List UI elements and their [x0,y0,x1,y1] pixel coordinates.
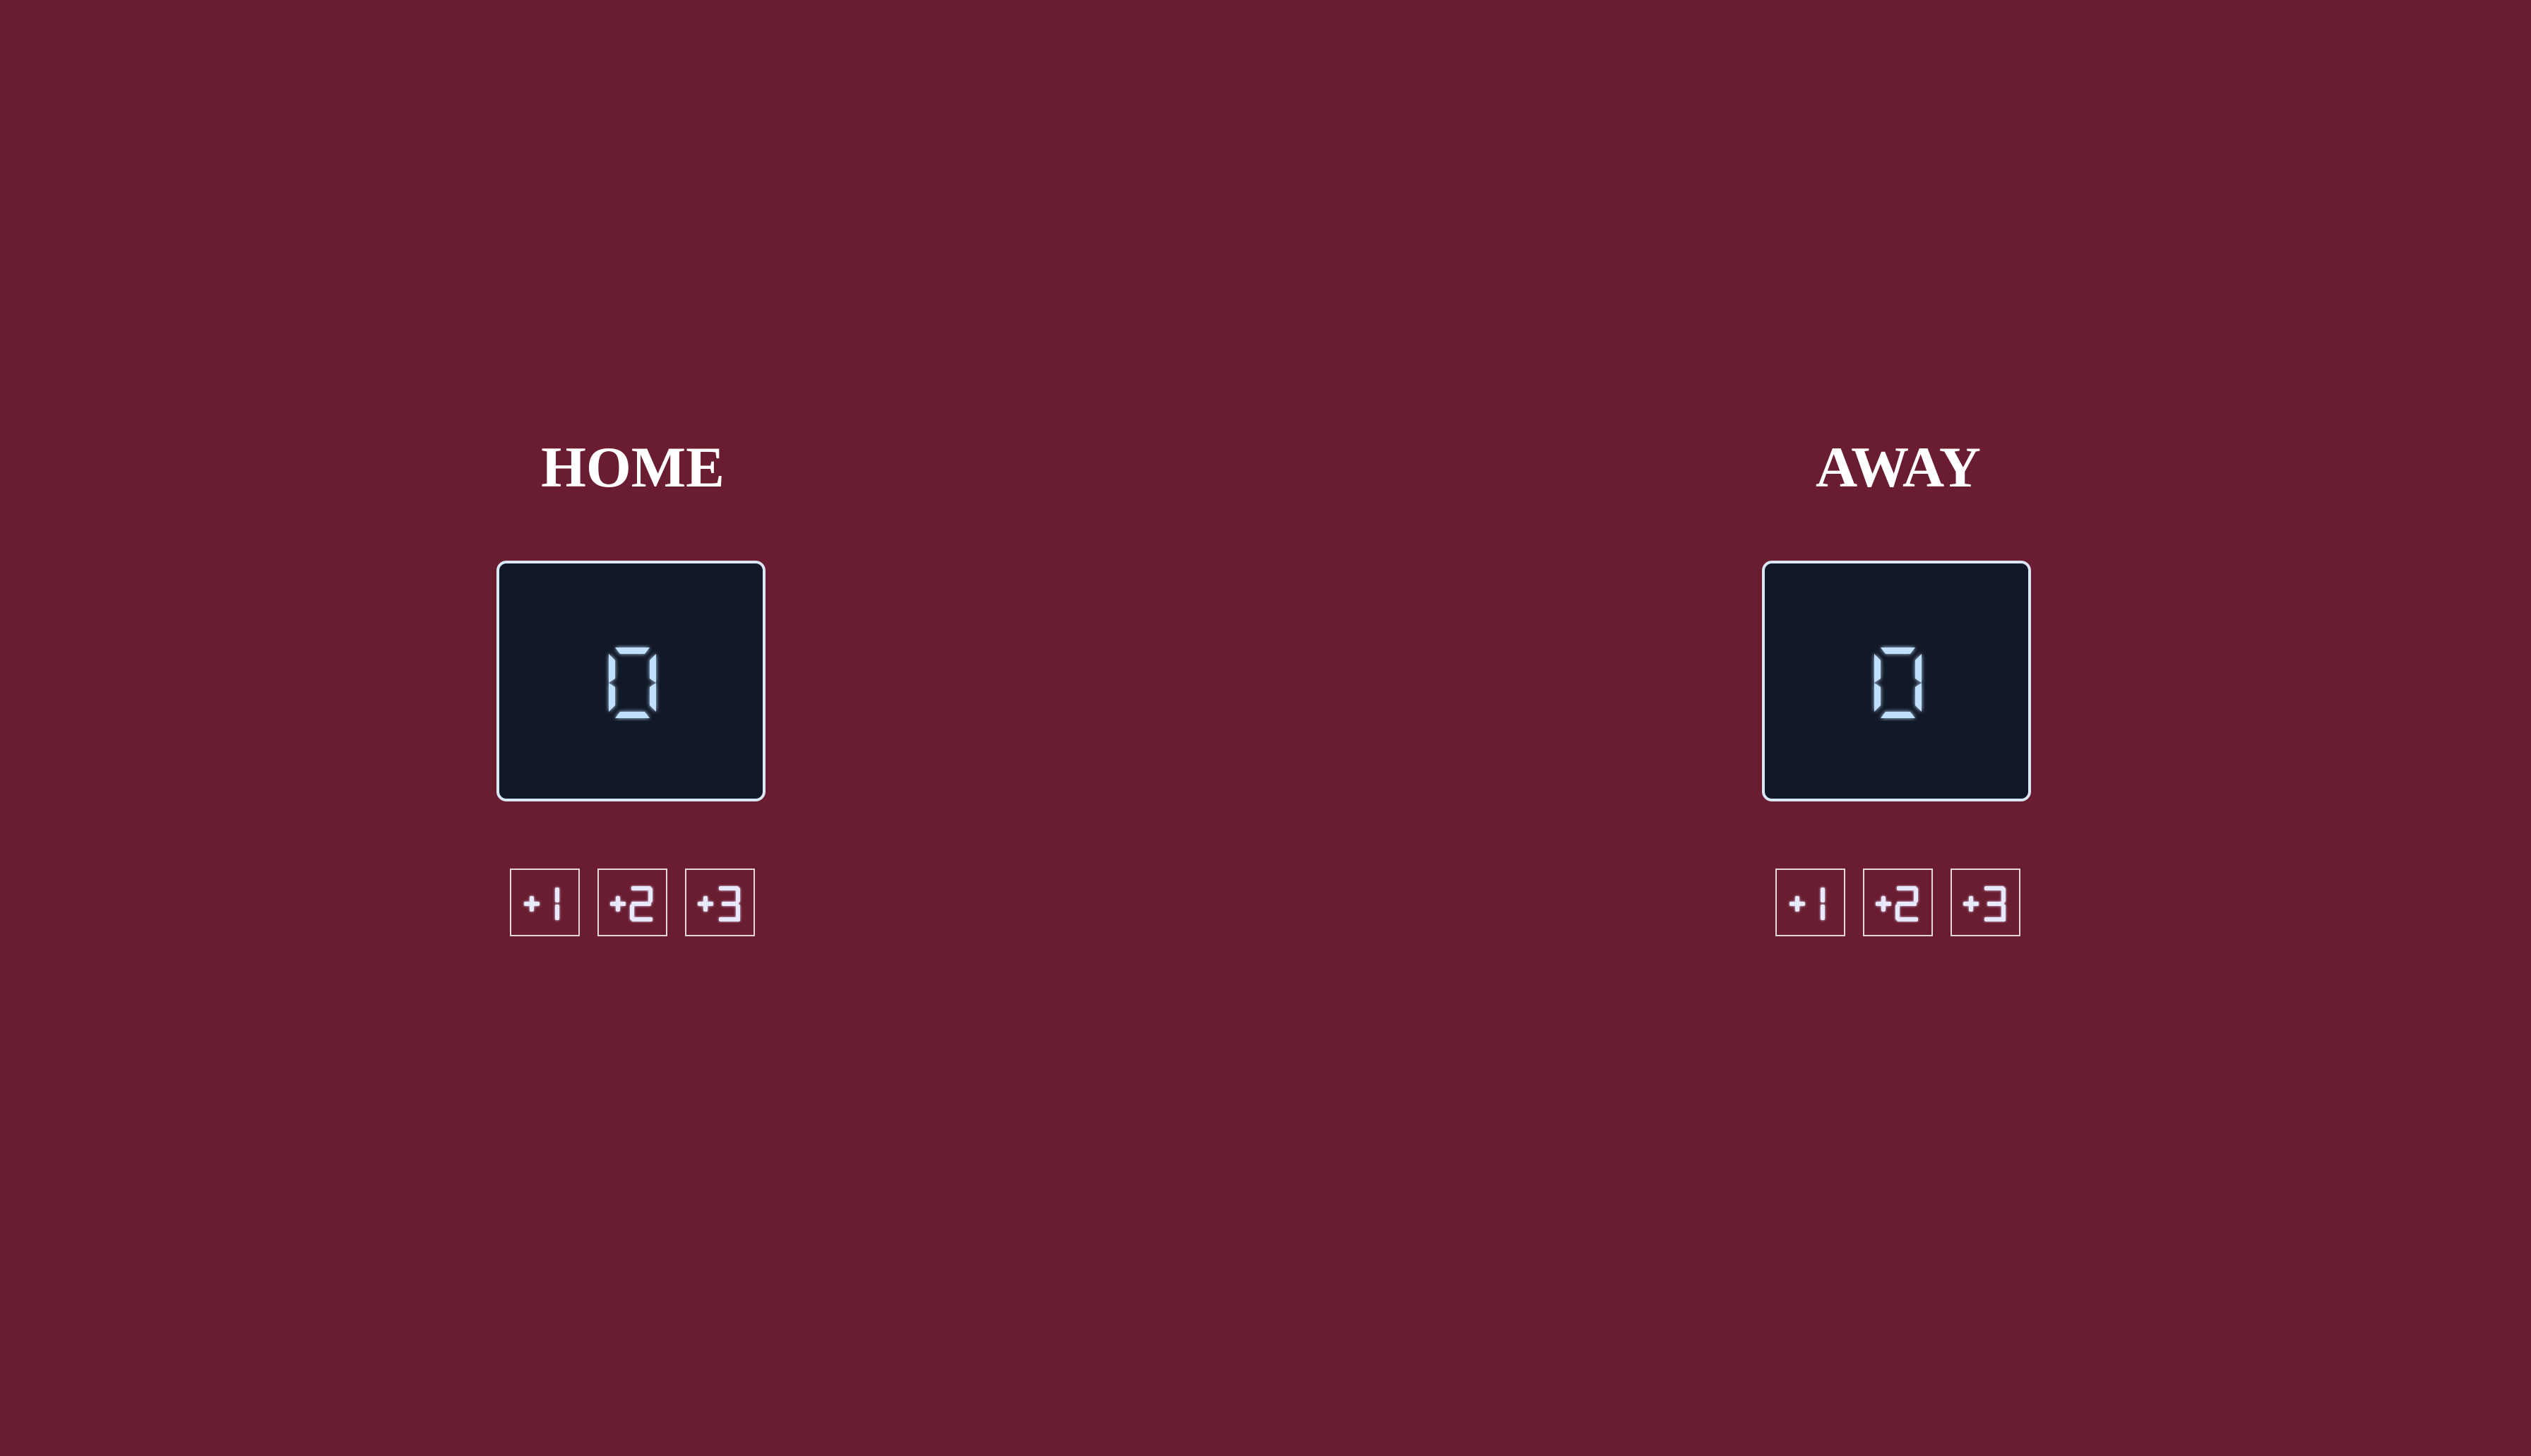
home-add-1-button[interactable]: +1 [510,869,580,936]
plus-two-glyph-icon [610,886,653,921]
away-add-2-button[interactable]: +2 [1863,869,1933,936]
home-score-display: 0 [496,561,766,801]
away-score-buttons: +1 +2 [1775,869,2022,936]
away-score-digit [1874,648,1922,718]
plus-two-glyph-icon [1876,886,1918,921]
plus-one-glyph-icon [524,888,559,920]
away-team-panel: AWAY 0 +1 [1761,432,2036,936]
home-score-value: 0 [499,563,500,564]
home-add-2-button[interactable]: +2 [597,869,667,936]
away-title: AWAY [1816,435,1981,499]
home-score-digit [609,648,656,718]
away-add-1-button[interactable]: +1 [1775,869,1845,936]
home-add-3-button[interactable]: +3 [685,869,755,936]
home-score-buttons: +1 +2 [509,869,756,936]
home-team-panel: HOME 0 +1 [495,432,770,936]
away-add-3-button[interactable]: +3 [1951,869,2020,936]
home-title: HOME [541,435,725,499]
plus-three-glyph-icon [1963,886,2006,921]
plus-three-glyph-icon [698,886,740,921]
plus-one-glyph-icon [1789,888,1825,920]
away-score-display: 0 [1762,561,2031,801]
